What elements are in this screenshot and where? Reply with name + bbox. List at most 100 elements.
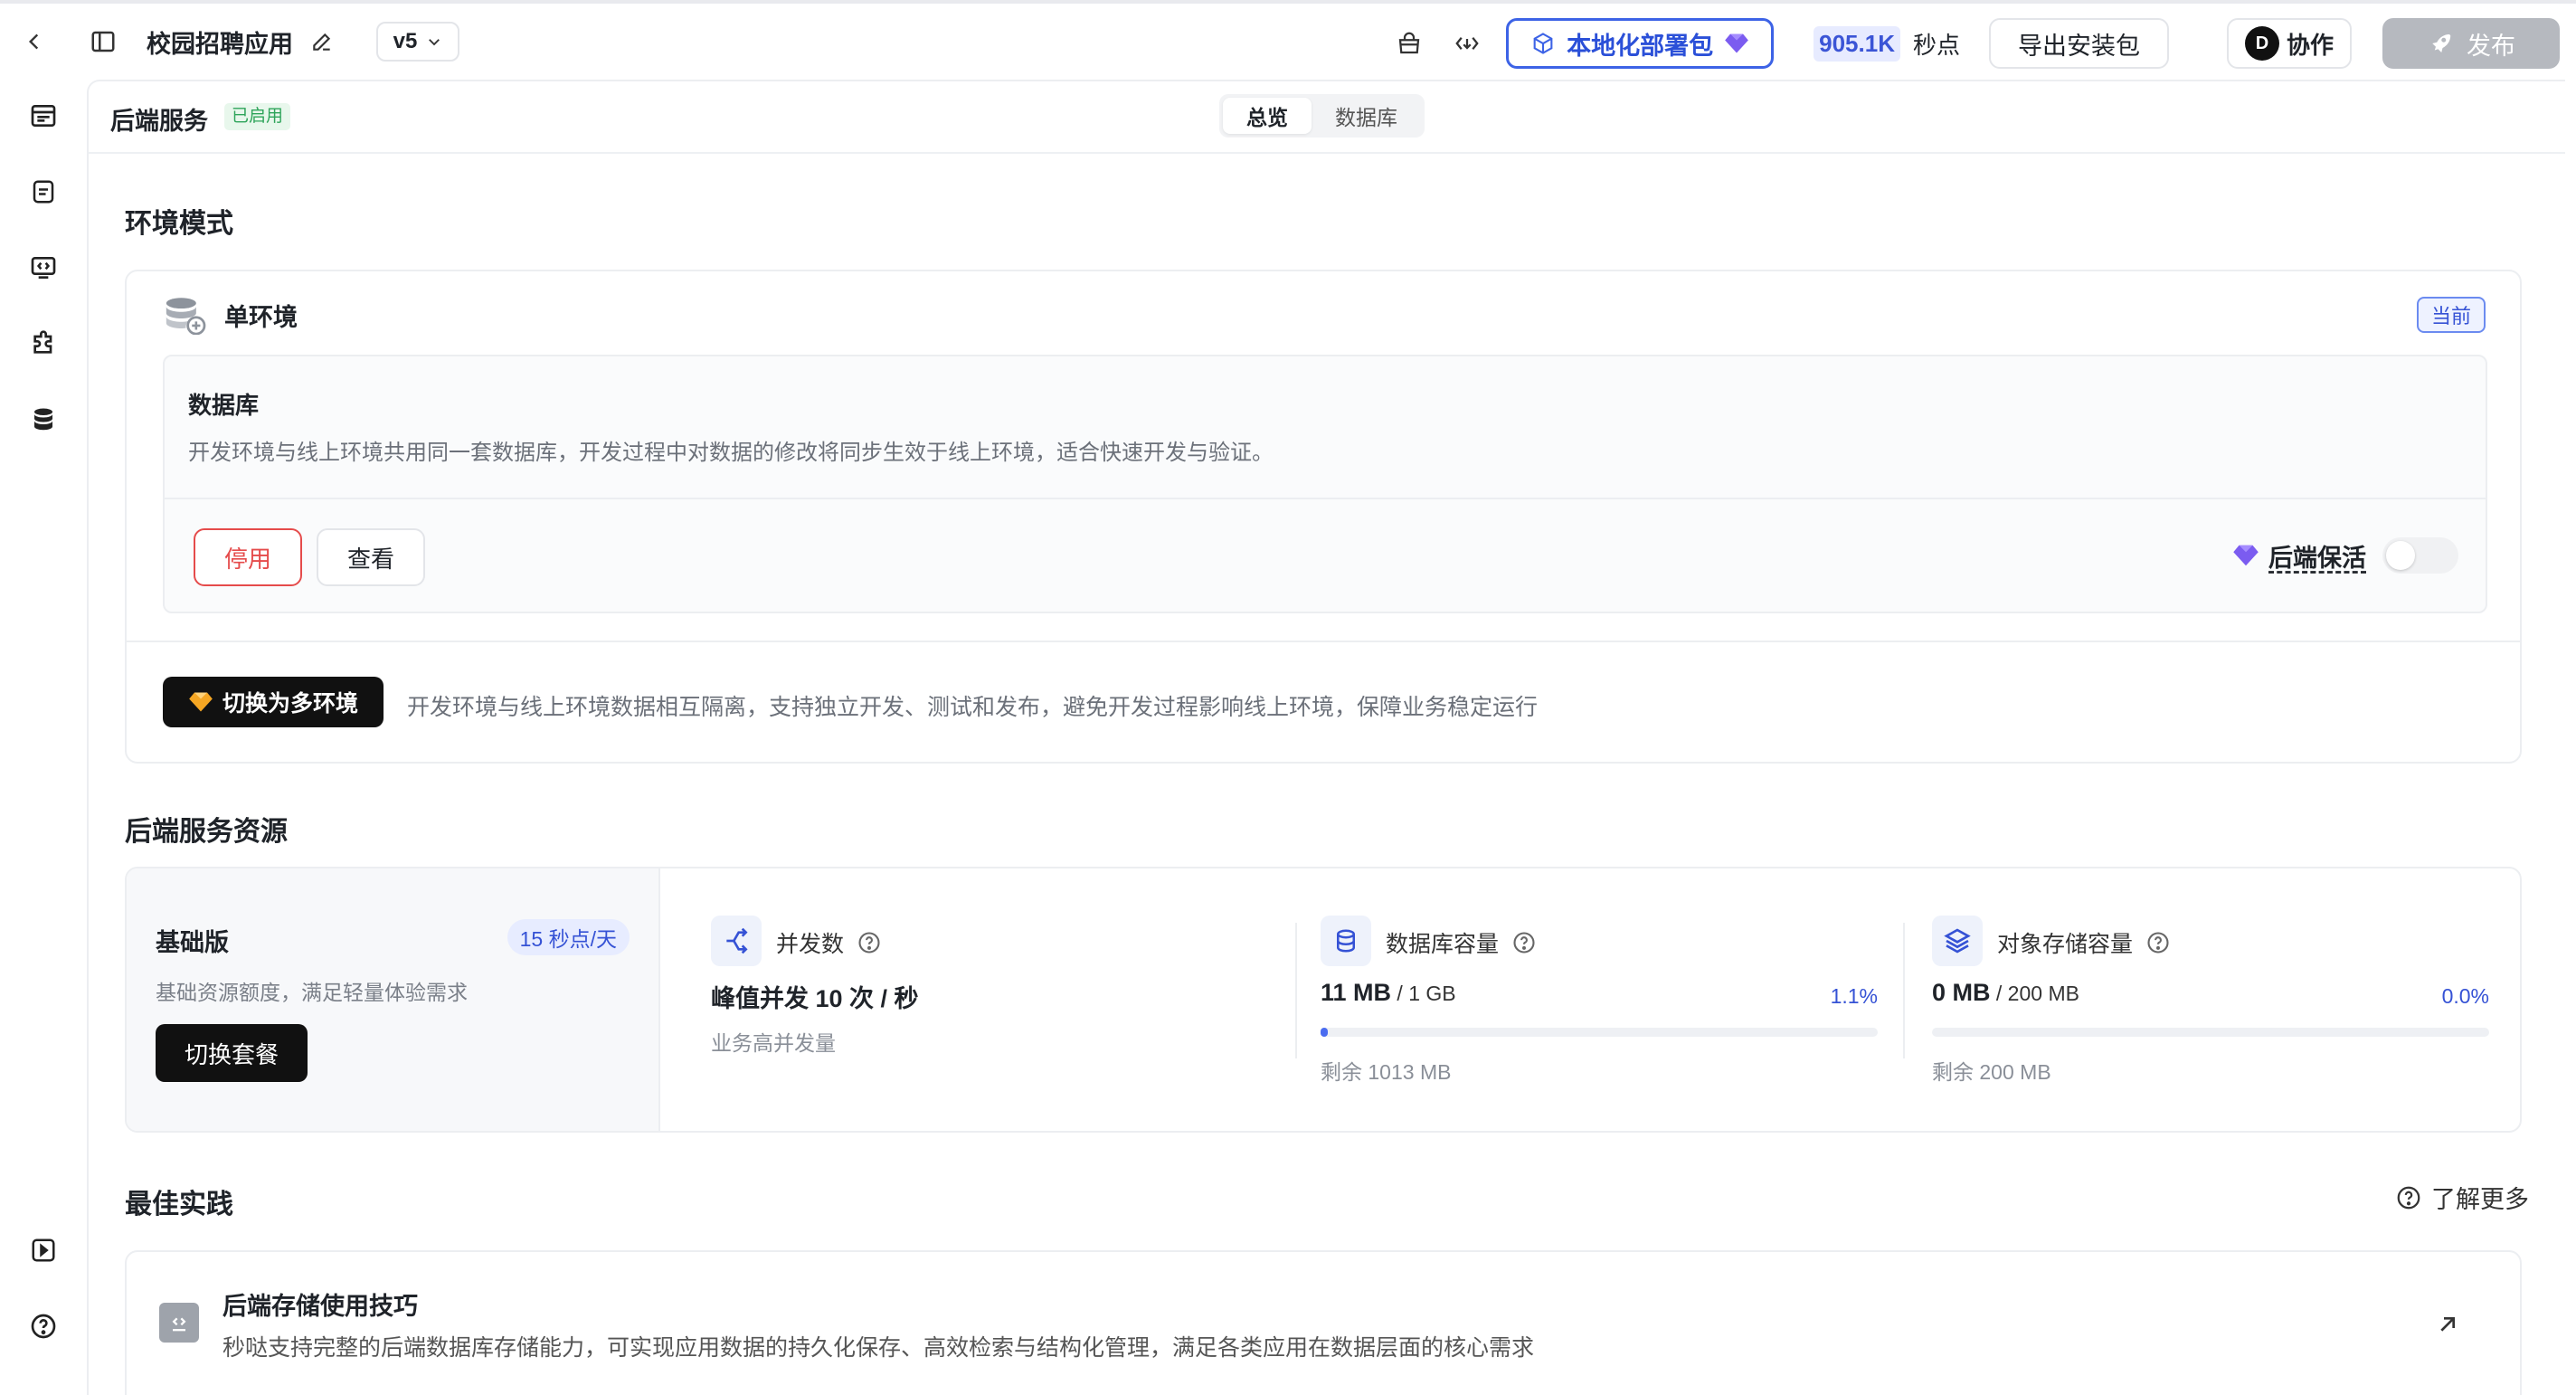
main-panel: 后端服务 已启用 总览 数据库 环境模式 单环境 当前 数据库 开发环境与线上环… — [87, 80, 2565, 1395]
top-bar: 校园招聘应用 v5 本地化部署包 905.1K 秒点 导出安装包 D 协作 发布 — [0, 0, 2576, 80]
database-server-icon — [166, 298, 206, 335]
object-storage-percent: 0.0% — [2441, 984, 2489, 1008]
diamond-icon — [1725, 33, 1748, 53]
concurrency-label: 并发数 — [776, 932, 845, 957]
app-title: 校园招聘应用 — [147, 30, 293, 58]
db-capacity-used: 11 MB — [1321, 979, 1392, 1006]
help-icon[interactable] — [2145, 930, 2171, 955]
collaborate-label: 协作 — [2286, 31, 2334, 59]
sidebar-item-document[interactable] — [24, 172, 63, 212]
browser-icon — [31, 105, 56, 127]
sidebar-item-help[interactable] — [24, 1306, 63, 1346]
code-book-icon — [159, 1303, 199, 1343]
metric-concurrency: 并发数 峰值并发 10 次 / 秒 业务高并发量 — [711, 868, 1272, 1131]
external-arrow-icon[interactable] — [2429, 1306, 2466, 1343]
points-unit: 秒点 — [1912, 31, 1960, 59]
divider — [1295, 923, 1297, 1058]
sidebar-toggle-icon[interactable] — [78, 16, 128, 67]
panel-title: 后端服务 — [110, 108, 208, 135]
avatar: D — [2244, 26, 2279, 61]
keepalive-toggle[interactable] — [2382, 537, 2458, 574]
collaborate-button[interactable]: D 协作 — [2226, 18, 2352, 69]
layers-icon — [1932, 916, 1983, 966]
export-package-button[interactable]: 导出安装包 — [1988, 18, 2169, 69]
db-capacity-remaining: 剩余 1013 MB — [1321, 1060, 1452, 1084]
gem-icon — [189, 692, 213, 712]
object-storage-label: 对象存储容量 — [1997, 932, 2134, 957]
play-icon — [32, 1238, 55, 1262]
database-icon — [34, 408, 52, 431]
plan-price-badge: 15 秒点/天 — [507, 919, 630, 955]
divider — [127, 641, 2520, 642]
panel-header: 后端服务 已启用 总览 数据库 — [89, 81, 2565, 154]
plan-name: 基础版 — [156, 929, 229, 956]
rocket-icon — [2432, 34, 2451, 52]
switch-plan-button[interactable]: 切换套餐 — [156, 1024, 308, 1082]
divider — [1903, 923, 1905, 1058]
publish-button[interactable]: 发布 — [2382, 18, 2560, 69]
tab-overview[interactable]: 总览 — [1223, 98, 1312, 134]
env-section-title: 环境模式 — [125, 209, 233, 239]
resources-card: 基础版 15 秒点/天 基础资源额度，满足轻量体验需求 切换套餐 并发数 峰值并… — [125, 867, 2522, 1133]
local-deploy-button[interactable]: 本地化部署包 — [1506, 18, 1775, 69]
switch-multi-env-label: 切换为多环境 — [222, 691, 358, 716]
version-select[interactable]: v5 — [376, 22, 459, 62]
best-practice-title: 后端存储使用技巧 — [223, 1293, 418, 1320]
db-capacity-label: 数据库容量 — [1386, 932, 1500, 957]
switch-description: 开发环境与线上环境数据相互隔离，支持独立开发、测试和发布，避免开发过程影响线上环… — [407, 695, 1539, 720]
version-label: v5 — [393, 29, 418, 53]
sidebar-item-plugins[interactable] — [24, 324, 63, 364]
current-badge: 当前 — [2416, 297, 2486, 333]
database-title: 数据库 — [188, 392, 260, 419]
object-storage-remaining: 剩余 200 MB — [1932, 1060, 2051, 1084]
tab-database[interactable]: 数据库 — [1312, 98, 1421, 134]
help-icon — [31, 1314, 56, 1339]
points-value: 905.1K — [1814, 25, 1900, 62]
code-download-icon[interactable] — [1444, 21, 1490, 66]
view-button[interactable]: 查看 — [317, 528, 425, 586]
db-capacity-bar — [1321, 1028, 1878, 1037]
sidebar-item-code[interactable] — [24, 248, 63, 288]
concurrency-value: 峰值并发 10 次 / 秒 — [711, 985, 919, 1012]
cube-icon — [1533, 33, 1553, 54]
help-icon[interactable] — [857, 930, 882, 955]
concurrency-note: 业务高并发量 — [711, 1031, 836, 1055]
database-box: 数据库 开发环境与线上环境共用同一套数据库，开发过程中对数据的修改将同步生效于线… — [163, 355, 2487, 613]
shop-icon[interactable] — [1387, 21, 1432, 66]
object-storage-used: 0 MB — [1932, 979, 1991, 1006]
status-badge: 已启用 — [224, 103, 291, 130]
object-storage-total: / 200 MB — [1990, 982, 2079, 1005]
keepalive-label: 后端保活 — [2268, 544, 2366, 572]
help-icon — [2397, 1186, 2420, 1209]
object-storage-bar — [1932, 1028, 2489, 1037]
back-icon[interactable] — [9, 16, 60, 67]
puzzle-icon — [33, 330, 52, 354]
learn-more-label: 了解更多 — [2431, 1186, 2529, 1213]
best-practice-section-title: 最佳实践 — [125, 1190, 233, 1219]
keepalive-control: 后端保活 — [2232, 537, 2458, 574]
sidebar-item-browser[interactable] — [24, 96, 63, 136]
view-tabs: 总览 数据库 — [1219, 94, 1425, 138]
db-capacity-total: / 1 GB — [1391, 982, 1456, 1005]
sidebar-item-database[interactable] — [24, 400, 63, 440]
metric-object-storage: 对象存储容量 0 MB / 200 MB 0.0% 剩余 200 MB — [1932, 868, 2489, 1131]
share-nodes-icon — [711, 916, 762, 966]
plan-description: 基础资源额度，满足轻量体验需求 — [156, 981, 468, 1004]
divider — [165, 498, 2486, 499]
help-icon[interactable] — [1511, 930, 1537, 955]
switch-multi-env-button[interactable]: 切换为多环境 — [163, 677, 384, 727]
learn-more-link[interactable]: 了解更多 — [2395, 1180, 2529, 1215]
points-balance[interactable]: 905.1K 秒点 — [1814, 25, 1960, 62]
left-sidebar — [0, 80, 87, 1395]
env-mode-label: 单环境 — [224, 303, 298, 331]
stop-button[interactable]: 停用 — [194, 528, 302, 586]
document-icon — [33, 180, 54, 204]
publish-label: 发布 — [2467, 32, 2515, 60]
code-monitor-icon — [31, 257, 56, 279]
edit-icon[interactable] — [308, 27, 336, 56]
best-practice-card[interactable]: 后端存储使用技巧 秒哒支持完整的后端数据库存储能力，可实现应用数据的持久化保存、… — [125, 1250, 2522, 1395]
plan-panel: 基础版 15 秒点/天 基础资源额度，满足轻量体验需求 切换套餐 — [127, 868, 660, 1131]
database-icon — [1321, 916, 1371, 966]
sidebar-item-video[interactable] — [24, 1230, 63, 1270]
local-deploy-label: 本地化部署包 — [1567, 32, 1714, 60]
